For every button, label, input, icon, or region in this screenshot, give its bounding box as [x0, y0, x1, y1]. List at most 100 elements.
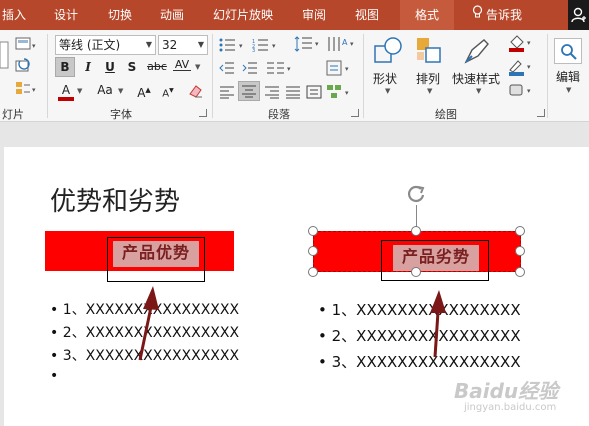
- group-separator: [547, 34, 548, 118]
- text-direction-icon[interactable]: A ▾: [326, 35, 356, 57]
- align-center-button[interactable]: [238, 81, 260, 101]
- chevron-down-icon: ▼: [118, 87, 124, 95]
- font-color-swatch: [58, 97, 74, 101]
- text-shadow-button[interactable]: S: [123, 58, 141, 76]
- arrange-label: 排列: [416, 72, 441, 86]
- svg-text:▾: ▾: [345, 89, 349, 97]
- tab-design[interactable]: 设计: [54, 0, 78, 30]
- tab-review[interactable]: 审阅: [302, 0, 326, 30]
- chevron-down-icon: ▼: [197, 40, 204, 49]
- shape-fill-icon[interactable]: ▾: [508, 34, 534, 56]
- font-size-combo[interactable]: 32 ▼: [158, 35, 208, 55]
- chevron-down-icon: ▼: [427, 87, 433, 95]
- arrange-icon: [417, 38, 441, 63]
- user-icon: [571, 7, 587, 27]
- account-button[interactable]: [568, 0, 589, 30]
- ribbon: ▾ ▾ 灯片 等线 (正文) ▼ 32 ▼ B I U S abc AV ▼ A: [0, 30, 589, 122]
- svg-text:▾: ▾: [350, 40, 354, 48]
- editing-button[interactable]: [554, 38, 582, 64]
- slide-editing-area: 优势和劣势 产品优势 产品劣势 • 1、XXXXXXXXXXXXXXXX • 2…: [0, 123, 589, 426]
- slide-canvas[interactable]: 优势和劣势 产品优势 产品劣势 • 1、XXXXXXXXXXXXXXXX • 2…: [4, 147, 589, 426]
- increase-indent-icon[interactable]: [242, 60, 258, 79]
- distribute-icon[interactable]: [306, 84, 322, 103]
- align-text-icon[interactable]: ▾: [326, 60, 356, 80]
- line-spacing-icon[interactable]: ▾: [294, 35, 322, 57]
- chevron-down-icon: ▼: [195, 63, 201, 71]
- svg-text:▾: ▾: [345, 65, 349, 73]
- svg-text:▾: ▾: [315, 40, 319, 48]
- font-color-letter: A: [61, 83, 71, 97]
- shapes-icon: [374, 37, 402, 63]
- quick-styles-button[interactable]: 快速样式 ▼: [452, 36, 504, 96]
- drawing-dialog-launcher[interactable]: [537, 109, 545, 117]
- tell-me-label: 告诉我: [486, 8, 523, 22]
- slides-group-label: 灯片: [2, 108, 24, 121]
- baidu-watermark-logo: Baidu经验: [454, 379, 559, 403]
- font-group-label: 字体: [110, 108, 132, 121]
- tell-me-search[interactable]: 告诉我: [472, 0, 522, 30]
- chevron-down-icon: ▼: [566, 86, 572, 94]
- tab-view[interactable]: 视图: [355, 0, 379, 30]
- tab-animations[interactable]: 动画: [160, 0, 184, 30]
- svg-text:▾: ▾: [32, 42, 36, 50]
- font-dialog-launcher[interactable]: [199, 109, 207, 117]
- shape-effects-icon[interactable]: ▾: [508, 82, 534, 102]
- group-separator: [212, 34, 213, 118]
- paragraph-dialog-launcher[interactable]: [351, 109, 359, 117]
- svg-text:▾: ▾: [32, 86, 36, 94]
- bold-button[interactable]: B: [55, 57, 75, 77]
- decrease-indent-icon[interactable]: [219, 60, 235, 79]
- svg-text:▾: ▾: [527, 87, 531, 95]
- tab-insert[interactable]: 插入: [2, 0, 26, 30]
- right-arrow: [430, 290, 446, 358]
- baidu-watermark-url: jingyan.baidu.com: [464, 402, 557, 413]
- ribbon-tab-bar: 插入 设计 切换 动画 幻灯片放映 审阅 视图 格式 告诉我: [0, 0, 589, 30]
- justify-icon[interactable]: [285, 84, 301, 103]
- change-case-button[interactable]: Aa: [93, 81, 117, 99]
- drawing-group-label: 绘图: [435, 108, 457, 121]
- columns-icon[interactable]: ▾: [266, 60, 294, 79]
- shapes-button[interactable]: 形状 ▼: [373, 36, 405, 96]
- font-size-value: 32: [162, 38, 178, 52]
- layout-icon[interactable]: ▾: [15, 36, 37, 56]
- strikethrough-button[interactable]: abc: [145, 58, 169, 76]
- bullets-icon[interactable]: ▾: [219, 37, 249, 56]
- font-color-button[interactable]: A: [57, 81, 75, 101]
- tab-transitions[interactable]: 切换: [108, 0, 132, 30]
- section-icon[interactable]: ▾: [15, 80, 37, 100]
- chevron-down-icon: ▼: [77, 87, 83, 95]
- svg-text:▾: ▾: [527, 63, 531, 71]
- shapes-label: 形状: [373, 72, 398, 86]
- new-slide-icon[interactable]: [0, 40, 10, 74]
- clear-formatting-icon[interactable]: [187, 82, 205, 104]
- group-separator: [47, 34, 48, 118]
- tab-slideshow[interactable]: 幻灯片放映: [213, 0, 273, 30]
- font-name-value: 等线 (正文): [59, 38, 121, 52]
- left-arrow: [138, 286, 159, 361]
- smartart-icon[interactable]: ▾: [326, 84, 356, 104]
- shrink-font-button[interactable]: A▼: [160, 82, 176, 103]
- grow-font-button[interactable]: A▲: [136, 81, 152, 102]
- quick-styles-label: 快速样式: [452, 72, 501, 86]
- chevron-down-icon: ▼: [385, 87, 391, 95]
- chevron-down-icon: ▼: [476, 87, 482, 95]
- reset-slide-icon[interactable]: [15, 58, 33, 78]
- svg-text:▾: ▾: [287, 65, 291, 73]
- svg-text:▾: ▾: [272, 42, 276, 50]
- spacing-arrows-icon: [173, 70, 191, 74]
- svg-text:▾: ▾: [527, 39, 531, 47]
- numbering-icon[interactable]: 1 2 3 ▾: [252, 37, 282, 56]
- italic-button[interactable]: I: [79, 58, 97, 76]
- tab-format[interactable]: 格式: [400, 0, 454, 30]
- font-name-combo[interactable]: 等线 (正文) ▼: [55, 35, 156, 55]
- character-spacing-button[interactable]: AV: [171, 56, 193, 74]
- shape-outline-icon[interactable]: ▾: [508, 58, 534, 80]
- svg-text:▾: ▾: [239, 42, 243, 50]
- svg-text:3: 3: [252, 48, 255, 52]
- arrange-button[interactable]: 排列 ▼: [414, 36, 446, 96]
- svg-text:A: A: [342, 38, 348, 47]
- underline-button[interactable]: U: [101, 58, 119, 76]
- align-right-icon[interactable]: [264, 84, 280, 103]
- chevron-down-icon: ▼: [145, 40, 152, 49]
- align-left-icon[interactable]: [219, 84, 235, 103]
